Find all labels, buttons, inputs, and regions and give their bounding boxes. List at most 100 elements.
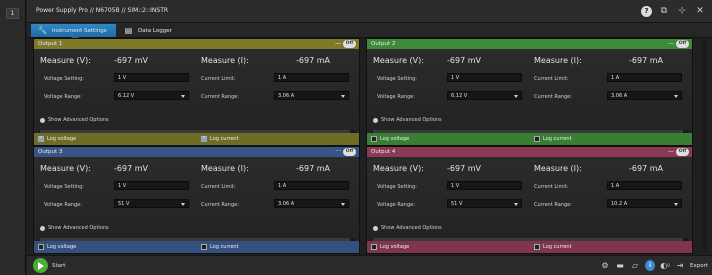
vertical-scrollbar[interactable] — [703, 40, 707, 252]
left-strip: 1 — [0, 0, 26, 275]
output-header: Output 4 — Off — [367, 147, 692, 157]
scope-count: 0 — [667, 263, 670, 268]
output-panel: Output 4 — Off Measure (V): -697 mV Meas… — [366, 146, 693, 254]
voltage-setting-label: Voltage Setting: — [44, 76, 84, 82]
log-current-checkbox[interactable] — [534, 244, 540, 250]
current-limit-label: Current Limit: — [201, 76, 236, 82]
voltage-range-value: 51 V — [451, 201, 463, 207]
measure-v-label: Measure (V): — [373, 56, 424, 65]
measure-i-value: -697 mA — [629, 56, 663, 65]
show-advanced-options[interactable]: Show Advanced Options — [40, 225, 109, 231]
voltage-range-select[interactable]: 6.12 V — [114, 91, 189, 100]
voltage-range-select[interactable]: 51 V — [114, 199, 189, 208]
current-limit-field[interactable]: 1 A — [607, 181, 682, 190]
chevron-down-icon — [181, 203, 185, 206]
measure-v-value: -697 mV — [114, 164, 148, 173]
voltage-range-select[interactable]: 51 V — [447, 199, 522, 208]
current-limit-field[interactable]: 1 A — [274, 181, 349, 190]
minimize-icon[interactable]: ··· — [335, 147, 341, 157]
current-limit-field[interactable]: 1 A — [607, 73, 682, 82]
minimize-icon[interactable]: — — [668, 147, 674, 157]
folder-icon[interactable]: ▱ — [630, 260, 640, 271]
log-current-checkbox[interactable] — [201, 244, 207, 250]
start-label[interactable]: Start — [52, 263, 65, 269]
voltage-range-label: Voltage Range: — [377, 202, 415, 208]
scope-icon[interactable]: ◐ 0 — [660, 260, 670, 271]
log-voltage-checkbox[interactable] — [371, 244, 377, 250]
voltage-setting-field[interactable]: 1 V — [447, 73, 522, 82]
current-range-select[interactable]: 3.06 A — [274, 199, 349, 208]
current-limit-field[interactable]: 1 A — [274, 73, 349, 82]
voltage-setting-field[interactable]: 1 V — [114, 181, 189, 190]
output-toggle[interactable]: Off — [676, 40, 689, 48]
close-icon[interactable]: ✕ — [694, 5, 706, 17]
log-current-label: Log current — [543, 136, 572, 142]
current-range-value: 3.06 A — [611, 93, 628, 99]
measure-v-value: -697 mV — [447, 164, 481, 173]
voltage-setting-field[interactable]: 1 V — [114, 73, 189, 82]
wrench-icon: 🔧 — [37, 26, 48, 35]
minimize-icon[interactable]: — — [335, 39, 341, 49]
output-header: Output 2 — Off — [367, 39, 692, 49]
log-current-label: Log current — [210, 136, 239, 142]
chevron-down-icon — [341, 203, 345, 206]
settings-icon[interactable]: ⚙ — [600, 260, 610, 271]
log-current-checkbox[interactable] — [534, 136, 540, 142]
advanced-label: Show Advanced Options — [381, 117, 442, 123]
chevron-down-icon — [514, 95, 518, 98]
log-voltage-checkbox[interactable] — [38, 244, 44, 250]
show-advanced-options[interactable]: Show Advanced Options — [373, 117, 442, 123]
output-toggle[interactable]: Off — [343, 40, 356, 48]
title-bar: Power Supply Pro // N6705B // SIM::2::IN… — [27, 0, 712, 23]
current-range-label: Current Range: — [201, 202, 239, 208]
current-range-select[interactable]: 10.2 A — [607, 199, 682, 208]
popout-icon[interactable]: ⧉ — [658, 5, 670, 17]
tab-data-logger[interactable]: ▤ Data Logger — [117, 24, 197, 37]
measure-i-label: Measure (I): — [534, 56, 582, 65]
voltage-setting-label: Voltage Setting: — [377, 184, 417, 190]
export-label[interactable]: Export — [690, 263, 708, 269]
minimize-icon[interactable]: — — [668, 39, 674, 49]
voltage-setting-field[interactable]: 1 V — [447, 181, 522, 190]
voltage-setting-label: Voltage Setting: — [44, 184, 84, 190]
save-icon[interactable]: ▬ — [615, 260, 625, 271]
output-footer: Log voltage Log current — [367, 133, 692, 145]
voltage-range-value: 51 V — [118, 201, 130, 207]
pin-icon[interactable]: ⊹ — [676, 5, 688, 17]
output-footer: Log voltage Log current — [34, 241, 359, 253]
log-voltage-checkbox[interactable] — [38, 135, 44, 142]
output-panel: Output 3 ··· Off Measure (V): -697 mV Me… — [33, 146, 360, 254]
info-icon[interactable]: i — [644, 260, 655, 271]
window-index[interactable]: 1 — [6, 8, 19, 19]
show-advanced-options[interactable]: Show Advanced Options — [40, 117, 109, 123]
bottom-toolbar: Start ⚙ ▬ ▱ i ◐ 0 ⇥ Export — [27, 255, 712, 275]
log-voltage-label: Log voltage — [47, 136, 77, 142]
current-range-value: 10.2 A — [611, 201, 628, 207]
window-title: Power Supply Pro // N6705B // SIM::2::IN… — [36, 7, 169, 14]
expand-icon — [373, 225, 378, 231]
log-current-checkbox[interactable] — [201, 135, 207, 142]
start-button[interactable] — [33, 258, 48, 273]
voltage-range-label: Voltage Range: — [377, 94, 415, 100]
chevron-down-icon — [181, 95, 185, 98]
advanced-label: Show Advanced Options — [381, 225, 442, 231]
output-toggle[interactable]: Off — [676, 148, 689, 156]
show-advanced-options[interactable]: Show Advanced Options — [373, 225, 442, 231]
tab-bar: 🔧 Instrument Settings ▤ Data Logger — [27, 23, 712, 41]
help-icon[interactable]: ? — [641, 5, 652, 17]
output-footer: Log voltage Log current — [34, 133, 359, 145]
current-range-select[interactable]: 3.06 A — [607, 91, 682, 100]
current-limit-label: Current Limit: — [534, 76, 569, 82]
output-panel: Output 2 — Off Measure (V): -697 mV Meas… — [366, 38, 693, 146]
voltage-setting-label: Voltage Setting: — [377, 76, 417, 82]
log-voltage-checkbox[interactable] — [371, 136, 377, 142]
current-limit-label: Current Limit: — [201, 184, 236, 190]
output-header: Output 3 ··· Off — [34, 147, 359, 157]
expand-icon — [40, 117, 45, 123]
voltage-range-select[interactable]: 6.12 V — [447, 91, 522, 100]
tab-instrument-settings[interactable]: 🔧 Instrument Settings — [31, 24, 116, 41]
output-toggle[interactable]: Off — [343, 148, 356, 156]
export-icon[interactable]: ⇥ — [675, 260, 685, 271]
expand-icon — [40, 225, 45, 231]
current-range-select[interactable]: 3.06 A — [274, 91, 349, 100]
